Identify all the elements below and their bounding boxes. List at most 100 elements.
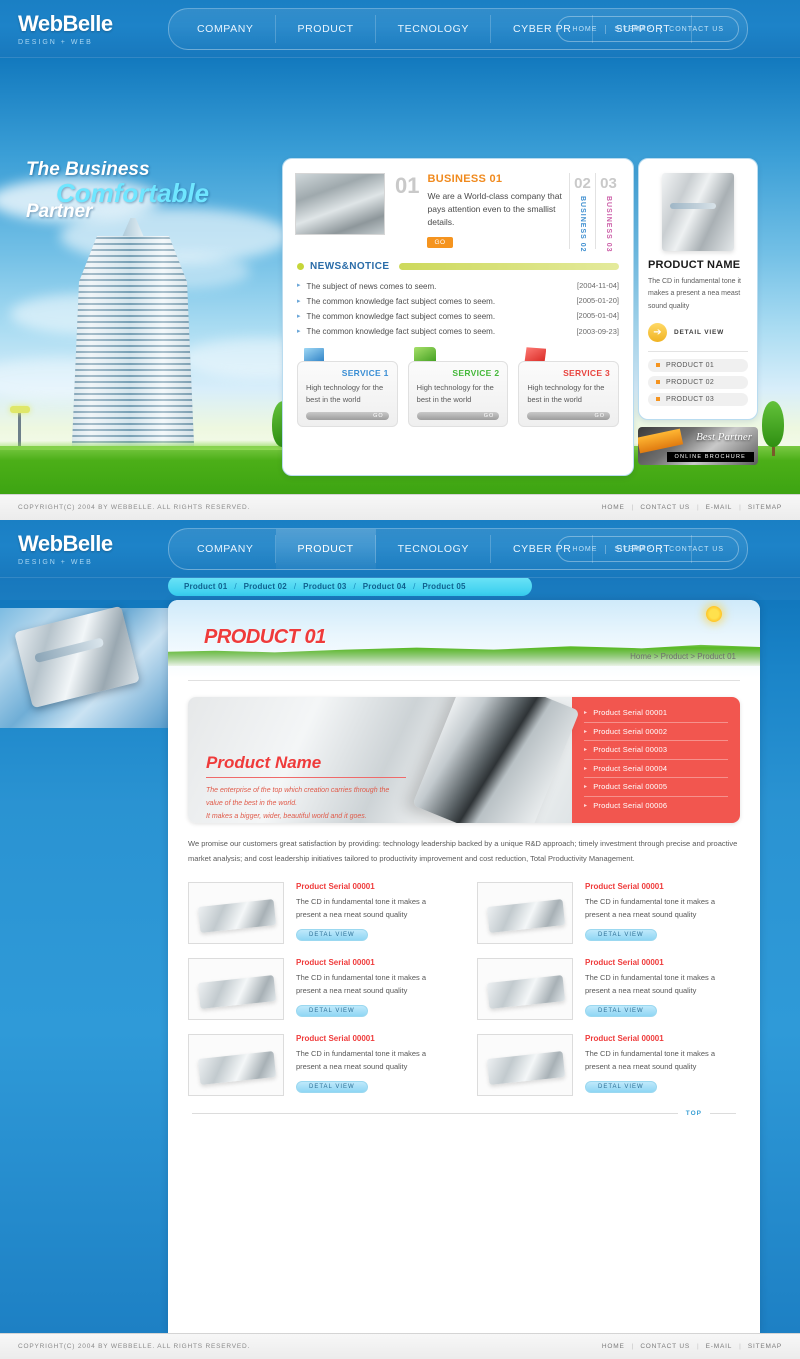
serial-label: Product Serial 00001 [593,708,668,718]
site-footer: COPYRIGHT(C) 2004 BY WEBBELLE. ALL RIGHT… [0,494,800,520]
business-title: BUSINESS 01 [427,173,503,185]
grid-item-body: Product Serial 00001 The CD in fundament… [296,1034,451,1096]
detail-view-button[interactable]: DETAL VIEW [296,929,368,941]
news-item-date: [2004-11-04] [577,280,619,290]
serial-item-00003[interactable]: ▸ Product Serial 00003 [584,741,728,760]
site-logo[interactable]: WebBelle DESIGN + WEB [18,12,168,46]
product-grid: Product Serial 00001 The CD in fundament… [188,882,740,1097]
serial-item-00006[interactable]: ▸ Product Serial 00006 [584,797,728,816]
nav-item-product[interactable]: PRODUCT [276,9,376,49]
business-tab-02[interactable]: 02 BUSINESS 02 [569,173,595,253]
news-panel: NEWS&NOTICE ▸ The subject of news comes … [283,257,633,340]
divider: | [631,504,634,511]
bullet-icon [656,397,660,402]
news-header: NEWS&NOTICE [297,261,619,272]
product-tab-04[interactable]: Product 04 [363,582,406,591]
util-link-sitemap[interactable]: SITEMAP [606,546,660,553]
nav-item-tecnology[interactable]: TECNOLOGY [376,529,492,569]
util-link-contact[interactable]: CONTACT US [661,26,732,33]
hero-section: The Business Comfortable Partner 01 BUSI… [0,58,800,494]
service-card-1[interactable]: SERVICE 1 High technology for the best i… [297,347,398,428]
tab-label: BUSINESS 03 [605,196,612,253]
divider: | [631,1343,634,1350]
detail-view-button[interactable]: DETAL VIEW [296,1005,368,1017]
product-page-body: Product 01 / Product 02 / Product 03 / P… [0,578,800,1333]
serial-item-00002[interactable]: ▸ Product Serial 00002 [584,723,728,741]
footer-link-contact[interactable]: CONTACT US [640,504,690,511]
serial-item-00004[interactable]: ▸ Product Serial 00004 [584,760,728,778]
product-list-item-02[interactable]: PRODUCT 02 [648,375,748,389]
footer-link-sitemap[interactable]: SITEMAP [748,1343,782,1350]
grid-row: Product Serial 00001 The CD in fundament… [188,958,740,1021]
grid-item[interactable]: Product Serial 00001 The CD in fundament… [188,958,451,1021]
grid-item[interactable]: Product Serial 00001 The CD in fundament… [188,882,451,945]
nav-item-company[interactable]: COMPANY [175,9,276,49]
bullet-icon [656,363,660,368]
util-link-home[interactable]: HOME [564,546,605,553]
service-box: SERVICE 2 High technology for the best i… [407,361,509,428]
footer-link-contact[interactable]: CONTACT US [640,1343,690,1350]
logo-tagline: DESIGN + WEB [18,38,93,46]
product-tab-03[interactable]: Product 03 [303,582,346,591]
detail-view-button[interactable]: ➔ DETAIL VIEW [648,322,748,342]
product-list-item-03[interactable]: PRODUCT 03 [648,392,748,406]
news-item[interactable]: ▸ The subject of news comes to seem. [20… [297,279,619,294]
product-list-item-01[interactable]: PRODUCT 01 [648,358,748,372]
grid-item[interactable]: Product Serial 00001 The CD in fundament… [188,1034,451,1097]
news-item[interactable]: ▸ The common knowledge fact subject come… [297,324,619,339]
news-item[interactable]: ▸ The common knowledge fact subject come… [297,309,619,324]
divider: | [696,1343,699,1350]
detail-view-button[interactable]: DETAL VIEW [585,1005,657,1017]
product-detail-desc: The enterprise of the top which creation… [206,785,436,823]
serial-item-00005[interactable]: ▸ Product Serial 00005 [584,778,728,797]
arrow-icon: ▸ [297,282,301,290]
grid-item-body: Product Serial 00001 The CD in fundament… [296,882,451,944]
divider [192,1113,678,1115]
detail-view-button[interactable]: DETAL VIEW [585,929,657,941]
business-go-button[interactable]: GO [427,236,453,248]
nav-item-product[interactable]: PRODUCT [275,529,376,569]
site-logo-2[interactable]: WebBelle DESIGN + WEB [18,532,168,566]
tab-number: 02 [574,175,591,192]
nav-item-tecnology[interactable]: TECNOLOGY [376,9,492,49]
util-link-sitemap[interactable]: SITEMAP [606,26,660,33]
grid-item[interactable]: Product Serial 00001 The CD in fundament… [477,882,740,945]
main-nav-2: COMPANY PRODUCT TECNOLOGY CYBER PR SUPPO… [168,528,748,570]
product-tab-02[interactable]: Product 02 [244,582,287,591]
detail-view-button[interactable]: DETAL VIEW [296,1081,368,1093]
product-tab-05[interactable]: Product 05 [422,582,465,591]
lamp-light-icon [10,406,30,413]
product-description: The CD in fundamental tone it makes a pr… [648,278,741,310]
news-item-date: [2005-01-04] [576,311,619,321]
serial-item-00001[interactable]: ▸ Product Serial 00001 [584,704,728,723]
service-card-2[interactable]: SERVICE 2 High technology for the best i… [407,347,509,428]
product-left-sidebar: PRODUCT The enterprise of the top which … [0,600,168,1333]
util-link-contact[interactable]: CONTACT US [661,546,732,553]
nav-item-company[interactable]: COMPANY [175,529,276,569]
util-link-home[interactable]: HOME [564,26,605,33]
business-tab-03[interactable]: 03 BUSINESS 03 [595,173,621,253]
grid-item[interactable]: Product Serial 00001 The CD in fundament… [477,958,740,1021]
footer-link-email[interactable]: E-MAIL [706,1343,732,1350]
service-go-bar[interactable]: GO [527,412,611,421]
product-tab-01[interactable]: Product 01 [184,582,227,591]
news-item-text: The common knowledge fact subject comes … [306,311,496,321]
site-footer-2: COPYRIGHT(C) 2004 BY WEBBELLE. ALL RIGHT… [0,1333,800,1359]
divider: / [293,581,297,591]
detail-view-button[interactable]: DETAL VIEW [585,1081,657,1093]
product-device-image [412,697,580,823]
divider: / [413,581,416,591]
scroll-to-top-link[interactable]: TOP [678,1110,710,1117]
tab-number: 03 [600,175,617,192]
service-go-bar[interactable]: GO [416,412,500,421]
service-go-bar[interactable]: GO [306,412,389,421]
grid-item[interactable]: Product Serial 00001 The CD in fundament… [477,1034,740,1097]
chevron-right-icon: ▸ [584,747,588,754]
footer-link-sitemap[interactable]: SITEMAP [748,504,782,511]
footer-link-home[interactable]: HOME [602,504,625,511]
footer-link-email[interactable]: E-MAIL [706,504,732,511]
news-item[interactable]: ▸ The common knowledge fact subject come… [297,294,619,309]
brochure-banner[interactable]: Best Partner ONLINE BROCHURE [638,426,758,465]
footer-link-home[interactable]: HOME [602,1343,625,1350]
service-card-3[interactable]: SERVICE 3 High technology for the best i… [518,347,620,428]
